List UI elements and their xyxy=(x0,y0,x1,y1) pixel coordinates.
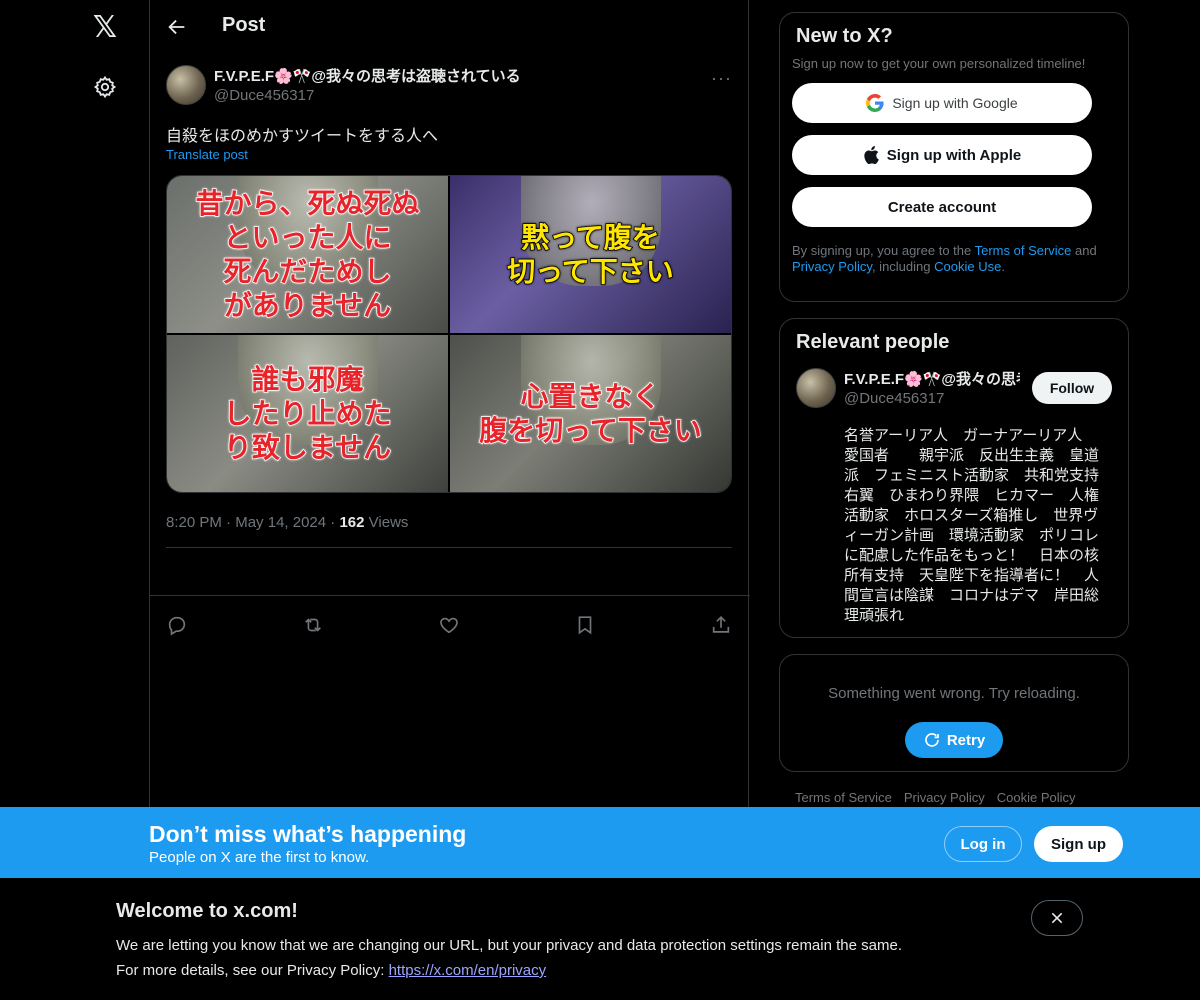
close-button[interactable] xyxy=(1031,900,1083,936)
error-card: Something went wrong. Try reloading. Ret… xyxy=(779,654,1129,772)
signup-button[interactable]: Sign up xyxy=(1034,826,1123,862)
repost-icon[interactable] xyxy=(302,614,324,636)
author-name[interactable]: F.V.P.E.F🌸🎌@我々の思考は盗聴されている xyxy=(214,65,521,86)
signup-bar-subtitle: People on X are the first to know. xyxy=(149,849,370,866)
separator: · xyxy=(226,514,232,531)
post-date[interactable]: May 14, 2024 xyxy=(235,514,326,531)
image-caption: 昔から、死ぬ死ぬ といった人に 死んだためし がありません xyxy=(195,186,421,323)
relevant-people-title: Relevant people xyxy=(796,331,950,353)
signup-card-subtitle: Sign up now to get your own personalized… xyxy=(792,56,1086,71)
bookmark-icon[interactable] xyxy=(574,614,596,636)
terms-link[interactable]: Terms of Service xyxy=(975,243,1072,258)
create-account-button[interactable]: Create account xyxy=(792,187,1092,227)
author-handle[interactable]: @Duce456317 xyxy=(214,87,314,104)
back-arrow-icon[interactable] xyxy=(166,16,188,38)
retry-button[interactable]: Retry xyxy=(905,722,1003,758)
login-button[interactable]: Log in xyxy=(944,826,1022,862)
separator: · xyxy=(330,514,336,531)
page-header: Post xyxy=(150,0,748,54)
footer-terms-link[interactable]: Terms of Service xyxy=(795,790,892,805)
google-icon xyxy=(866,94,884,112)
legal-text: By signing up, you agree to the xyxy=(792,243,975,258)
refresh-icon xyxy=(925,733,939,747)
signup-bar-title: Don’t miss what’s happening xyxy=(149,821,467,847)
signup-google-button[interactable]: Sign up with Google xyxy=(792,83,1092,123)
post-text: 自殺をほのめかすツイートをする人へ xyxy=(166,128,439,145)
reply-icon[interactable] xyxy=(166,614,188,636)
image-caption: 心置きなく 腹を切って下さい xyxy=(478,379,702,448)
signup-card-title: New to X? xyxy=(796,25,893,47)
gear-icon[interactable] xyxy=(93,75,117,99)
legal-text: and xyxy=(1071,243,1097,258)
welcome-title: Welcome to x.com! xyxy=(116,900,298,922)
image-caption: 黙って腹を 切って下さい xyxy=(506,220,674,289)
retry-label: Retry xyxy=(946,731,986,749)
person-row[interactable]: F.V.P.E.F🌸🎌@我々の思考は盗聴されている @Duce456317 Fo… xyxy=(796,368,1112,430)
footer-cookie-link[interactable]: Cookie Policy xyxy=(997,790,1076,805)
privacy-policy-link[interactable]: https://x.com/en/privacy xyxy=(389,962,547,979)
legal-text: , including xyxy=(871,259,935,274)
welcome-details-text: For more details, see our Privacy Policy… xyxy=(116,962,389,979)
post-media-grid: 昔から、死ぬ死ぬ といった人に 死んだためし がありません 黙って腹を 切って下… xyxy=(166,175,732,493)
footer-links: Terms of Service Privacy Policy Cookie P… xyxy=(795,790,1076,805)
share-icon[interactable] xyxy=(710,614,732,636)
more-options-icon[interactable]: ··· xyxy=(711,68,732,89)
follow-button[interactable]: Follow xyxy=(1032,372,1112,404)
x-logo-icon[interactable]: 𝕏 xyxy=(91,13,119,43)
apple-icon xyxy=(864,146,879,164)
error-message: Something went wrong. Try reloading. xyxy=(828,685,1080,702)
person-handle[interactable]: @Duce456317 xyxy=(844,390,944,407)
close-icon xyxy=(1051,912,1063,924)
views-count: 162 xyxy=(339,514,365,531)
heart-icon[interactable] xyxy=(438,614,460,636)
legal-text: . xyxy=(1001,259,1005,274)
translate-post-link[interactable]: Translate post xyxy=(166,147,248,162)
signup-bar: Don’t miss what’s happening People on X … xyxy=(0,807,1200,878)
media-image-1[interactable]: 昔から、死ぬ死ぬ といった人に 死んだためし がありません xyxy=(167,176,448,333)
footer-privacy-link[interactable]: Privacy Policy xyxy=(904,790,985,805)
media-image-3[interactable]: 誰も邪魔 したり止めた り致しません xyxy=(167,335,448,492)
signup-card: New to X? Sign up now to get your own pe… xyxy=(779,12,1129,302)
person-name[interactable]: F.V.P.E.F🌸🎌@我々の思考は盗聴されている xyxy=(844,368,1020,389)
create-account-label: Create account xyxy=(887,198,997,216)
views-label: Views xyxy=(368,514,409,531)
avatar[interactable] xyxy=(796,368,836,408)
privacy-link[interactable]: Privacy Policy xyxy=(792,259,872,274)
welcome-details: For more details, see our Privacy Policy… xyxy=(116,962,546,979)
welcome-message: We are letting you know that we are chan… xyxy=(116,937,902,954)
media-image-4[interactable]: 心置きなく 腹を切って下さい xyxy=(450,335,731,492)
signup-legal-text: By signing up, you agree to the Terms of… xyxy=(792,243,1112,275)
page-title: Post xyxy=(222,14,266,36)
divider xyxy=(150,595,750,596)
welcome-banner: Welcome to x.com! We are letting you kno… xyxy=(0,878,1200,1000)
signup-google-label: Sign up with Google xyxy=(892,95,1018,111)
image-caption: 誰も邪魔 したり止めた り致しません xyxy=(223,362,393,465)
person-bio: 名誉アーリア人 ガーナアーリア人 愛国者 親宇派 反出生主義 皇道派 フェミニス… xyxy=(844,427,1115,624)
post-actions xyxy=(166,614,732,636)
signup-apple-label: Sign up with Apple xyxy=(886,146,1022,164)
relevant-people-card: Relevant people F.V.P.E.F🌸🎌@我々の思考は盗聴されてい… xyxy=(779,318,1129,638)
avatar[interactable] xyxy=(166,65,206,105)
post-meta: 8:20 PM · May 14, 2024 · 162 Views xyxy=(166,514,408,531)
post-time[interactable]: 8:20 PM xyxy=(166,514,222,531)
signup-apple-button[interactable]: Sign up with Apple xyxy=(792,135,1092,175)
divider xyxy=(166,547,732,548)
media-image-2[interactable]: 黙って腹を 切って下さい xyxy=(450,176,731,333)
right-sidebar: New to X? Sign up now to get your own pe… xyxy=(779,12,1129,788)
cookie-link[interactable]: Cookie Use xyxy=(934,259,1001,274)
